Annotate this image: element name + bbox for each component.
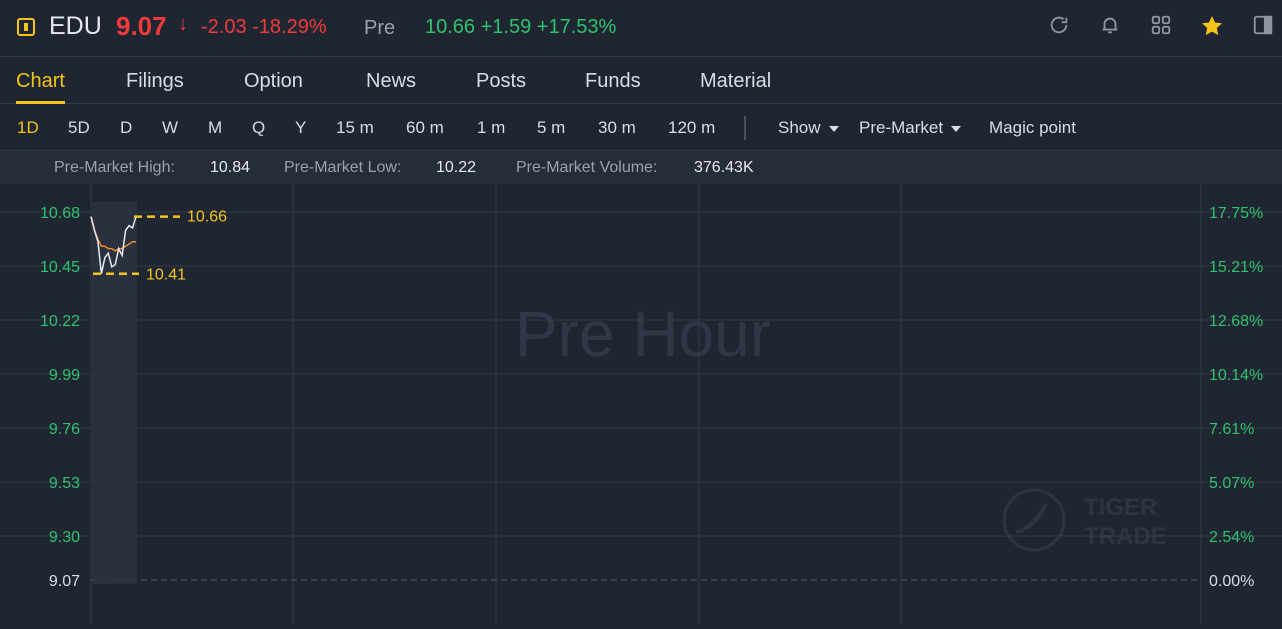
y-tick-right: 10.14% xyxy=(1209,367,1263,384)
volume-label: Pre-Market Volume: xyxy=(516,159,658,176)
session-select-label: Pre-Market xyxy=(859,118,944,137)
star-icon[interactable] xyxy=(1199,14,1225,40)
y-tick-right: 12.68% xyxy=(1209,313,1263,330)
high-marker-label: 10.66 xyxy=(187,209,227,226)
price-chart[interactable]: Pre Hour TIGER TRADE 10.68 10.45 10.22 9.99… xyxy=(0,184,1282,624)
period-1m[interactable]: 1 m xyxy=(477,118,505,138)
low-value: 10.22 xyxy=(436,159,477,176)
refresh-icon[interactable] xyxy=(1046,14,1072,40)
period-5m[interactable]: 5 m xyxy=(537,118,565,138)
ticker-symbol: EDU xyxy=(49,12,102,40)
session-select[interactable]: Pre-Market xyxy=(859,118,962,138)
y-tick-right: 2.54% xyxy=(1209,529,1254,546)
period-30m[interactable]: 30 m xyxy=(598,118,636,138)
toolbar-divider xyxy=(744,116,746,140)
session-label: Pre xyxy=(364,17,396,39)
grid-icon[interactable] xyxy=(1148,14,1174,40)
tab-filings[interactable]: Filings xyxy=(126,70,184,93)
y-tick-right: 5.07% xyxy=(1209,475,1254,492)
quote-header: EDU 9.07 ↓ -2.03 -18.29% Pre 10.66 +1.59… xyxy=(0,0,1282,57)
volume-value: 376.43K xyxy=(694,159,754,176)
pre-market-price: 10.66 +1.59 +17.53% xyxy=(425,16,617,38)
tab-posts[interactable]: Posts xyxy=(476,70,526,93)
period-m[interactable]: M xyxy=(208,118,222,138)
period-60m[interactable]: 60 m xyxy=(406,118,444,138)
session-highlight xyxy=(92,202,137,584)
period-15m[interactable]: 15 m xyxy=(336,118,374,138)
high-label: Pre-Market High: xyxy=(54,159,175,176)
tab-news[interactable]: News xyxy=(366,70,416,93)
y-tick-right: 7.61% xyxy=(1209,421,1254,438)
low-label: Pre-Market Low: xyxy=(284,159,402,176)
brand-line2: TRADE xyxy=(1084,523,1167,550)
show-dropdown-label: Show xyxy=(778,118,821,137)
arrow-down-icon: ↓ xyxy=(178,13,188,35)
low-marker-label: 10.41 xyxy=(146,267,186,284)
tab-chart[interactable]: Chart xyxy=(16,70,65,104)
y-tick-left: 9.99 xyxy=(49,367,80,384)
tab-option[interactable]: Option xyxy=(244,70,303,93)
price-change: -2.03 -18.29% xyxy=(201,16,327,38)
y-tick-left: 10.45 xyxy=(40,259,80,276)
y-tick-left: 9.76 xyxy=(49,421,80,438)
tiger-trade-logo: TIGER TRADE xyxy=(1002,488,1167,552)
period-y[interactable]: Y xyxy=(295,118,306,138)
sidebar-toggle-icon[interactable] xyxy=(1250,14,1276,40)
tab-bar: Chart Filings Option News Posts Funds Ma… xyxy=(0,57,1282,104)
period-1d[interactable]: 1D xyxy=(17,118,39,138)
period-w[interactable]: W xyxy=(162,118,178,138)
y-tick-left: 9.30 xyxy=(49,529,80,546)
brand-line1: TIGER xyxy=(1084,494,1157,521)
tab-material[interactable]: Material xyxy=(700,70,771,93)
period-d[interactable]: D xyxy=(120,118,132,138)
y-tick-left: 10.22 xyxy=(40,313,80,330)
period-q[interactable]: Q xyxy=(252,118,265,138)
y-tick-right: 15.21% xyxy=(1209,259,1263,276)
y-tick-left: 9.53 xyxy=(49,475,80,492)
last-price: 9.07 xyxy=(116,11,167,41)
chart-watermark: Pre Hour xyxy=(515,298,771,370)
high-value: 10.84 xyxy=(210,159,251,176)
show-dropdown[interactable]: Show xyxy=(778,118,839,138)
caret-down-icon xyxy=(828,125,839,132)
caret-down-icon xyxy=(951,125,962,132)
y-tick-left: 9.07 xyxy=(49,573,80,590)
tab-funds[interactable]: Funds xyxy=(585,70,641,93)
y-tick-left: 10.68 xyxy=(40,205,80,222)
chart-canvas[interactable]: Pre Hour TIGER TRADE 10.68 10.45 10.22 9.99… xyxy=(0,184,1282,624)
y-tick-right: 0.00% xyxy=(1209,573,1254,590)
magic-point-button[interactable]: Magic point xyxy=(989,118,1076,138)
pre-market-stats: Pre-Market High: 10.84 Pre-Market Low: 1… xyxy=(0,151,1282,184)
period-120m[interactable]: 120 m xyxy=(668,118,715,138)
market-status-icon xyxy=(17,18,35,36)
bell-icon[interactable] xyxy=(1097,14,1123,40)
period-bar: 1D 5D D W M Q Y 15 m 60 m 1 m 5 m 30 m 1… xyxy=(0,104,1282,151)
period-5d[interactable]: 5D xyxy=(68,118,90,138)
y-tick-right: 17.75% xyxy=(1209,205,1263,222)
